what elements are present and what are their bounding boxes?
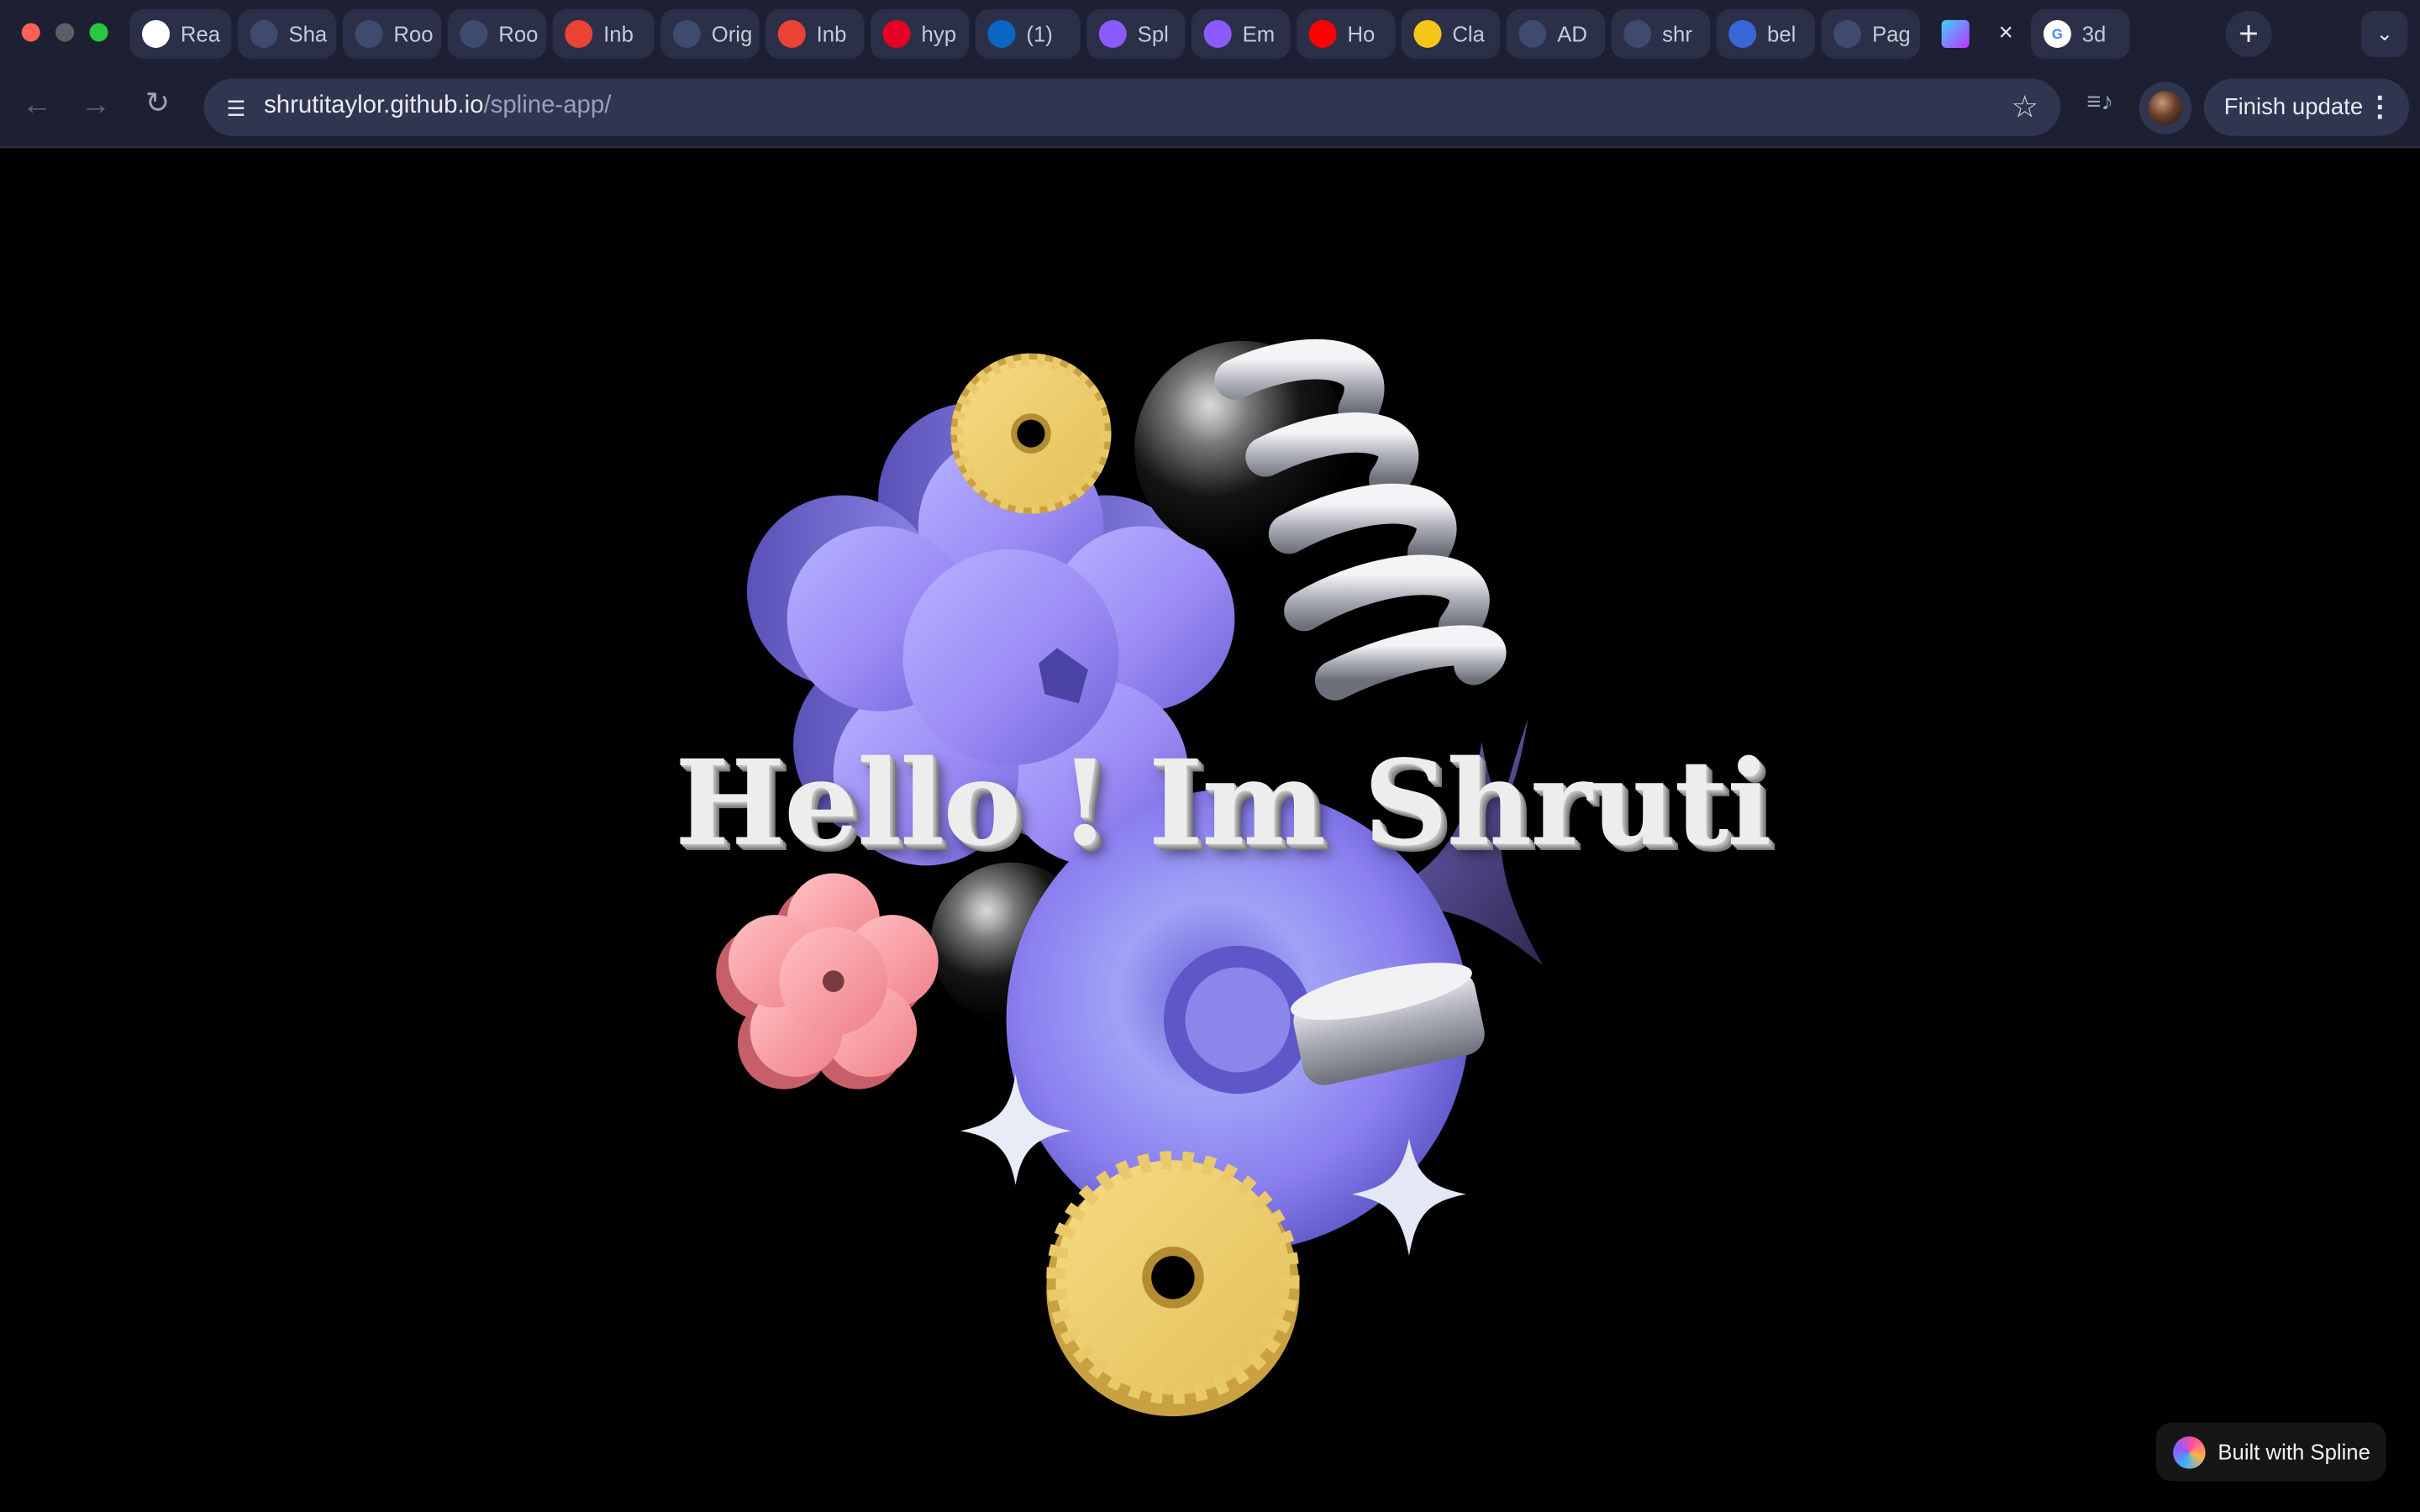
tab-6[interactable]: Orig bbox=[660, 9, 760, 59]
avatar-image bbox=[2148, 91, 2183, 125]
spline-icon bbox=[1203, 19, 1232, 48]
close-tab-icon[interactable]: × bbox=[1999, 20, 2013, 48]
close-window-button[interactable] bbox=[21, 23, 40, 42]
url-path: /spline-app/ bbox=[483, 92, 612, 119]
tab-4[interactable]: Roo bbox=[447, 9, 547, 59]
tab-label: Orig bbox=[711, 21, 753, 47]
origin-icon bbox=[672, 19, 701, 48]
spline-logo-icon bbox=[2173, 1436, 2206, 1468]
finish-update-label: Finish update bbox=[2223, 94, 2364, 121]
bookmark-star-icon[interactable]: ☆ bbox=[2011, 88, 2039, 127]
yellow-gear-top bbox=[950, 353, 1112, 514]
site-settings-icon[interactable]: ☰ bbox=[219, 91, 253, 124]
address-bar[interactable]: ☰ shrutitaylor.github.io/spline-app/ ☆ bbox=[203, 78, 2061, 136]
media-controls-icon[interactable]: ≡♪ bbox=[2086, 90, 2113, 118]
url-text[interactable]: shrutitaylor.github.io/spline-app/ bbox=[264, 92, 611, 120]
gmail-icon bbox=[777, 19, 806, 48]
tab-label: Pag bbox=[1871, 21, 1911, 47]
tab-active[interactable]: × bbox=[1926, 9, 2025, 59]
spline-canvas[interactable]: Hello ! Im Shruti Built with Spline bbox=[0, 148, 2420, 1512]
tab-7[interactable]: Inb bbox=[765, 9, 865, 59]
tab-10[interactable]: Spl bbox=[1086, 9, 1186, 59]
menu-icon[interactable]: ⋮ bbox=[2366, 79, 2394, 136]
tab-list: Rea Sha Roo Roo Inb Orig Inb hyp (1) Spl Em Ho Cla AD… bbox=[129, 9, 2130, 59]
tab-2[interactable]: Sha bbox=[237, 9, 337, 59]
pink-flower-shape bbox=[716, 873, 939, 1089]
tab-label: Inb bbox=[816, 21, 847, 47]
tab-label: hyp bbox=[921, 21, 957, 47]
tab-15[interactable]: shr bbox=[1611, 9, 1711, 59]
tab-label: Roo bbox=[393, 21, 434, 47]
tab-label: (1) bbox=[1026, 21, 1053, 47]
maximize-window-button[interactable] bbox=[89, 23, 108, 42]
tab-strip: Rea Sha Roo Roo Inb Orig Inb hyp (1) Spl Em Ho Cla AD… bbox=[0, 0, 2420, 68]
finish-update-button[interactable]: Finish update ⋮ bbox=[2203, 78, 2410, 136]
frontend-mentor-icon bbox=[460, 19, 488, 48]
minimize-window-button[interactable] bbox=[55, 23, 75, 42]
origin-icon bbox=[1518, 19, 1547, 48]
github-icon bbox=[1833, 19, 1862, 48]
frontend-mentor-icon bbox=[250, 19, 278, 48]
spline-icon bbox=[1098, 19, 1127, 48]
tab-label: Spl bbox=[1137, 21, 1169, 47]
tab-label: bel bbox=[1767, 21, 1797, 47]
tab-label: shr bbox=[1662, 21, 1692, 47]
linkedin-icon bbox=[987, 19, 1016, 48]
claude-icon bbox=[1413, 19, 1442, 48]
bing-icon bbox=[1728, 19, 1757, 48]
badge-label: Built with Spline bbox=[2217, 1439, 2370, 1465]
tab-label: Sha bbox=[288, 21, 328, 47]
tab-label: Ho bbox=[1347, 21, 1376, 47]
google-icon: G bbox=[2043, 19, 2071, 48]
tab-13[interactable]: Cla bbox=[1401, 9, 1501, 59]
tab-12[interactable]: Ho bbox=[1296, 9, 1396, 59]
tab-9[interactable]: (1) bbox=[975, 9, 1081, 59]
youtube-icon bbox=[1308, 19, 1337, 48]
tab-label: Inb bbox=[603, 21, 634, 47]
tab-label: 3d bbox=[2081, 21, 2107, 47]
tab-11[interactable]: Em bbox=[1191, 9, 1291, 59]
tab-3[interactable]: Roo bbox=[342, 9, 442, 59]
tab-label: AD bbox=[1557, 21, 1587, 47]
yellow-gear-bottom bbox=[1046, 1151, 1300, 1417]
tab-17[interactable]: Pag bbox=[1821, 9, 1920, 59]
url-host: shrutitaylor.github.io bbox=[264, 92, 484, 119]
profile-avatar[interactable] bbox=[2139, 81, 2192, 134]
tab-label: Roo bbox=[498, 21, 539, 47]
new-tab-button[interactable]: + bbox=[2225, 10, 2272, 57]
tab-label: Em bbox=[1242, 21, 1276, 47]
tab-14[interactable]: AD bbox=[1506, 9, 1606, 59]
tab-last[interactable]: G 3d bbox=[2031, 9, 2130, 59]
forward-arrow-icon[interactable]: → bbox=[74, 83, 117, 126]
browser-toolbar: ← → ↻ ☰ shrutitaylor.github.io/spline-ap… bbox=[0, 67, 2420, 149]
tab-label: Cla bbox=[1452, 21, 1485, 47]
github-icon bbox=[1623, 19, 1652, 48]
back-arrow-icon[interactable]: ← bbox=[15, 83, 58, 126]
frontend-mentor-icon bbox=[355, 19, 383, 48]
vite-icon bbox=[1941, 19, 1970, 48]
reload-icon[interactable]: ↻ bbox=[136, 83, 179, 126]
gmail-icon bbox=[565, 19, 593, 48]
tab-5[interactable]: Inb bbox=[552, 9, 655, 59]
hero-headline: Hello ! Im Shruti bbox=[674, 734, 1771, 872]
tab-16[interactable]: bel bbox=[1716, 9, 1815, 59]
pinterest-icon bbox=[882, 19, 911, 48]
tab-label: Rea bbox=[180, 21, 221, 47]
tab-search-button[interactable]: ⌄ bbox=[2361, 10, 2408, 57]
tab-1[interactable]: Rea bbox=[129, 9, 232, 59]
tab-8[interactable]: hyp bbox=[870, 9, 970, 59]
openai-icon bbox=[141, 19, 171, 48]
built-with-spline-badge[interactable]: Built with Spline bbox=[2155, 1422, 2386, 1482]
